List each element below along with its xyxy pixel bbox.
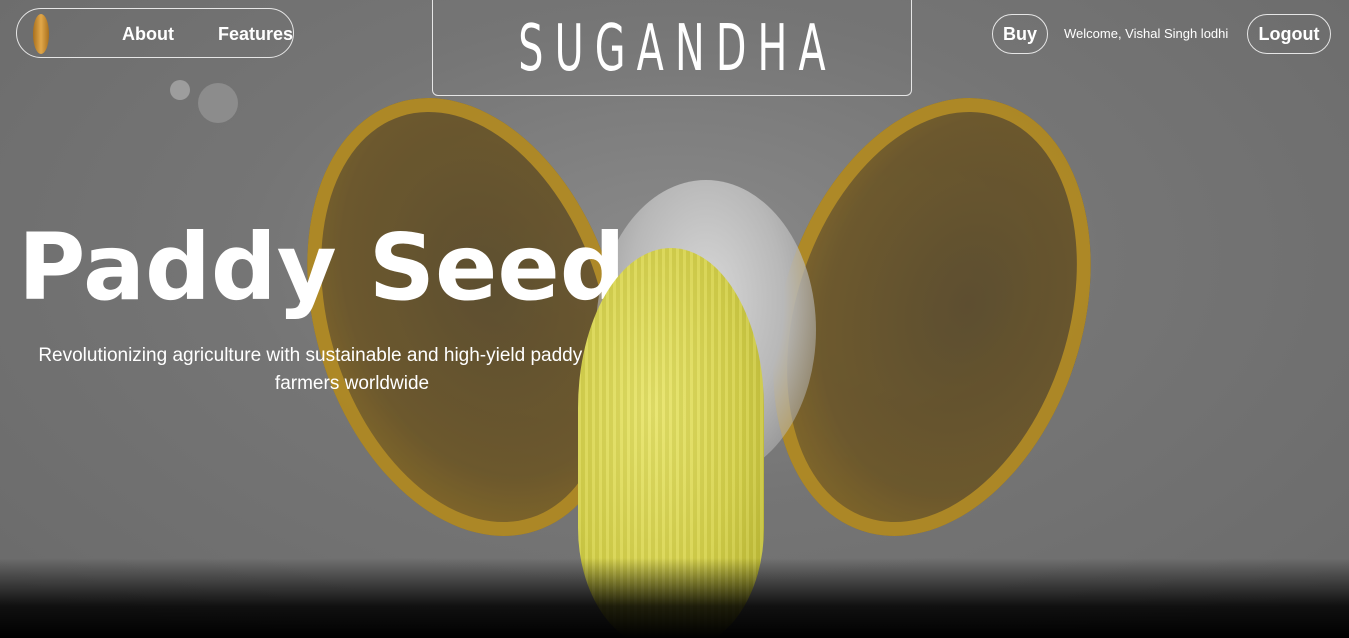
welcome-message: Welcome, Vishal Singh lodhi xyxy=(1064,26,1229,41)
hero-section: Paddy Seed Revolutionizing agriculture w… xyxy=(0,0,1349,638)
nav-link-features[interactable]: Features xyxy=(218,24,293,45)
brand-header: SUGANDHA xyxy=(432,0,912,96)
decorative-bubble-large xyxy=(198,83,238,123)
bottom-gradient xyxy=(0,558,1349,638)
brand-logo-text[interactable]: SUGANDHA xyxy=(507,17,837,81)
hero-title: Paddy Seed xyxy=(18,214,626,321)
buy-button[interactable]: Buy xyxy=(992,14,1048,54)
rice-grain-icon[interactable] xyxy=(33,14,49,54)
nav-link-about[interactable]: About xyxy=(122,24,174,45)
logout-button[interactable]: Logout xyxy=(1247,14,1331,54)
decorative-bubble-small xyxy=(170,80,190,100)
